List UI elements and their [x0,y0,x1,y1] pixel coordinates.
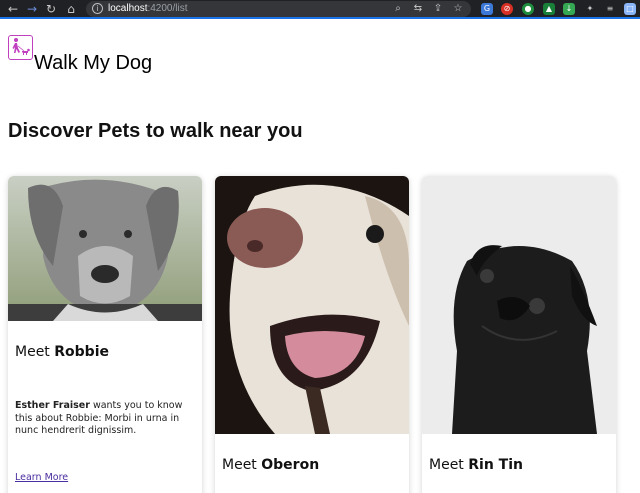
learn-more-link[interactable]: Learn More [15,472,68,484]
drive-extension-icon[interactable]: ▲ [543,3,555,15]
translate-extension-icon[interactable]: G [481,3,493,15]
app-title: Walk My Dog [34,52,153,74]
translate-icon[interactable]: ⇆ [412,3,424,15]
person-walking-dog-icon [12,38,30,55]
url-host: localhost [108,3,148,14]
browser-toolbar: ← → ↻ ⌂ i localhost:4200/list ⌕ ⇆ ⇪ ☆ G … [0,0,640,19]
profile-icon[interactable]: □ [624,3,636,15]
pet-card-robbie: Meet Robbie Esther Fraiser wants you to … [8,176,202,493]
app-logo [8,35,33,60]
reading-list-icon[interactable]: ≡ [604,3,616,15]
address-bar[interactable]: i localhost:4200/list ⌕ ⇆ ⇪ ☆ [86,1,471,17]
pet-card-title: Meet Robbie [15,344,109,360]
green-extension-icon[interactable]: ● [522,3,534,15]
share-icon[interactable]: ⇪ [432,3,444,15]
home-icon[interactable]: ⌂ [64,2,78,16]
extensions-puzzle-icon[interactable]: ✦ [584,3,596,15]
pet-card-title: Meet Rin Tin [429,457,523,473]
pet-description: Esther Fraiser wants you to know this ab… [15,400,183,436]
reload-icon[interactable]: ↻ [44,2,58,16]
pet-photo-rin-tin [422,176,616,434]
pet-card-rin-tin: Meet Rin Tin [422,176,616,493]
pet-photo-oberon [215,176,409,434]
pet-card-title: Meet Oberon [222,457,320,473]
url-path: :4200/list [147,3,188,14]
search-icon[interactable]: ⌕ [392,3,404,15]
pet-photo-robbie [8,176,202,321]
pet-name: Oberon [261,457,320,473]
pet-name: Rin Tin [468,457,523,473]
download-extension-icon[interactable]: ↓ [563,3,575,15]
page-heading: Discover Pets to walk near you [8,120,303,142]
pet-card-oberon: Meet Oberon [215,176,409,493]
back-icon[interactable]: ← [6,2,20,16]
owner-name: Esther Fraiser [15,400,90,411]
block-extension-icon[interactable]: ⊘ [501,3,513,15]
forward-icon[interactable]: → [25,2,39,16]
bookmark-star-icon[interactable]: ☆ [452,3,464,15]
url-text[interactable]: localhost:4200/list [108,2,188,16]
pet-name: Robbie [54,344,109,360]
site-info-icon[interactable]: i [92,3,103,14]
